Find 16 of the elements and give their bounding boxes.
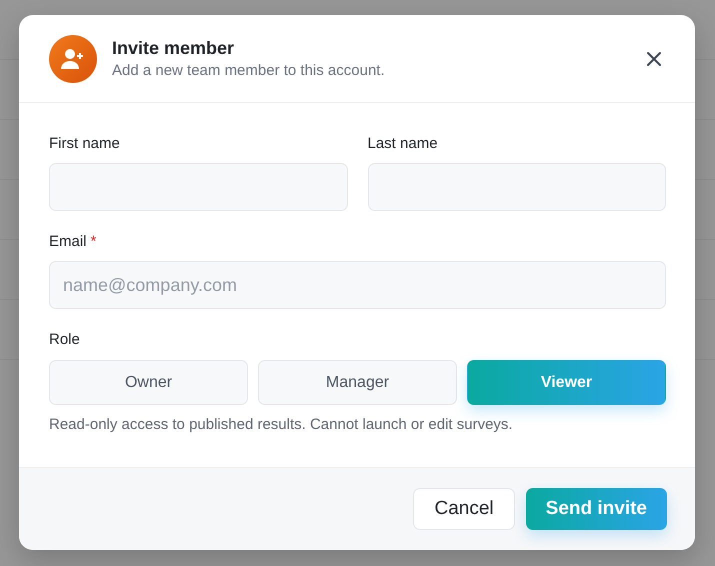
- cancel-button[interactable]: Cancel: [413, 488, 515, 530]
- input-field[interactable]: name@company.com: [49, 261, 666, 309]
- role-description: Read-only access to published results. Cannot launch or edit surveys.: [49, 416, 514, 433]
- input-field[interactable]: [49, 163, 348, 211]
- role-option[interactable]: Owner: [49, 360, 248, 405]
- close-icon[interactable]: [645, 50, 663, 68]
- required-mark: *: [90, 233, 96, 250]
- dialog-title: Invite member: [112, 38, 236, 59]
- field-label: Last name: [368, 135, 438, 152]
- role-label: Role: [49, 331, 81, 348]
- field-label: First name: [49, 135, 120, 152]
- dialog-subtitle: Add a new team member to this account.: [112, 62, 386, 79]
- role-option[interactable]: Manager: [258, 360, 457, 405]
- field-label: Email: [49, 233, 87, 250]
- input-field[interactable]: [368, 163, 666, 211]
- add-user-icon: [49, 34, 97, 82]
